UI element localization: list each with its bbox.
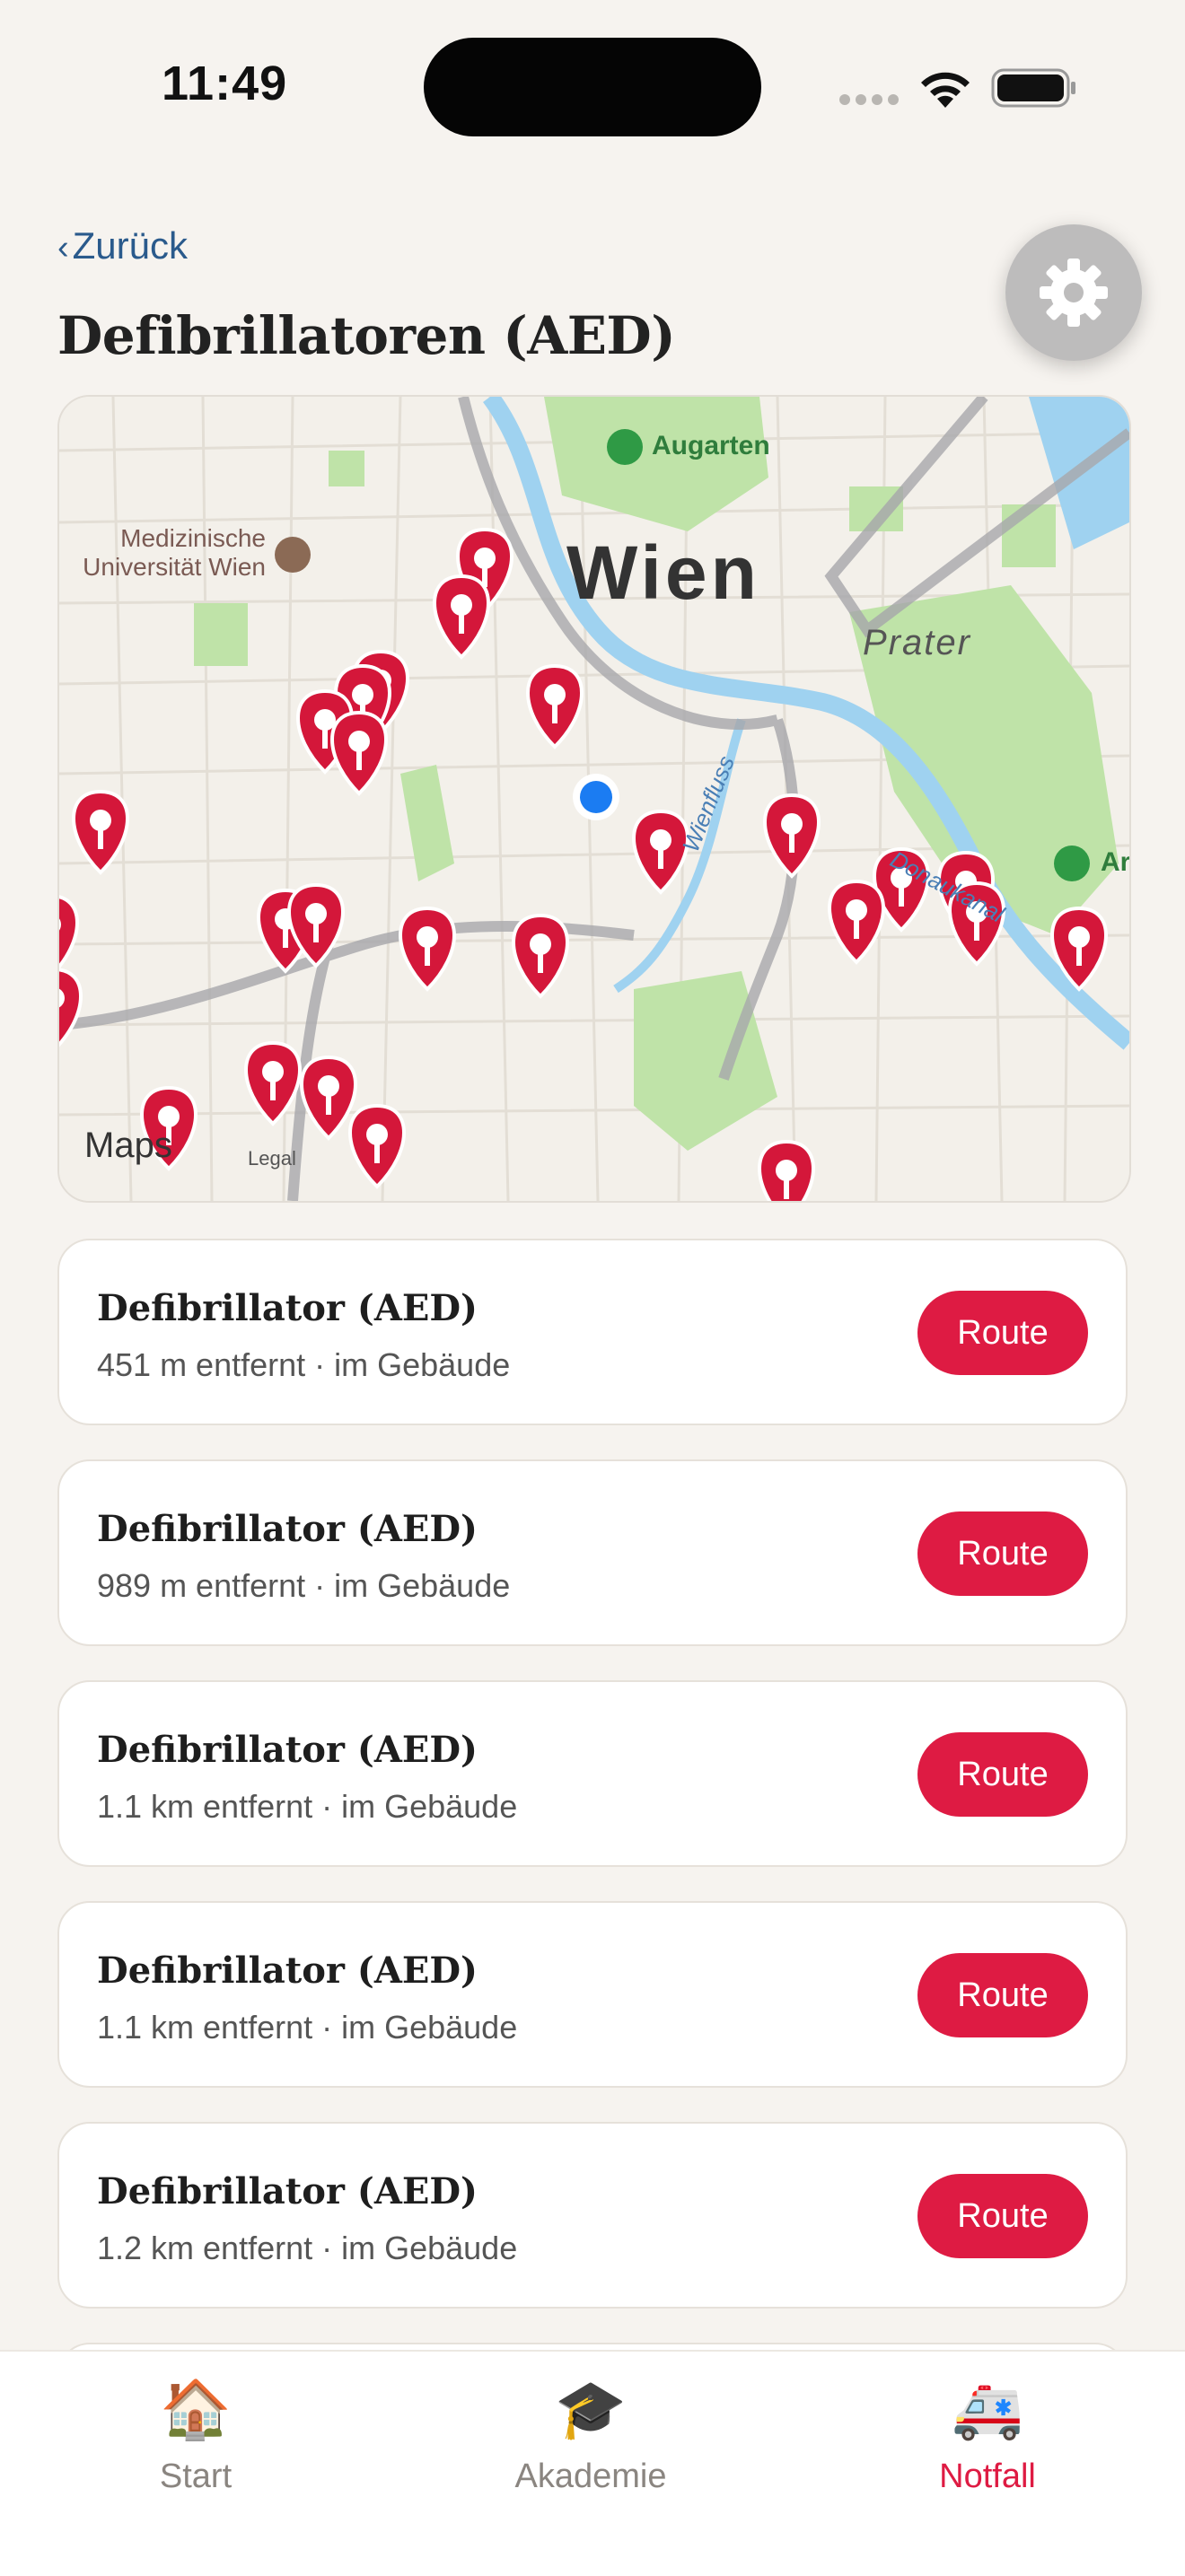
back-button[interactable]: ‹Zurück: [57, 224, 188, 267]
battery-icon: [991, 68, 1075, 108]
aed-title: Defibrillator (AED): [97, 1508, 478, 1550]
gear-icon: [1040, 258, 1108, 327]
back-label: Zurück: [72, 224, 189, 267]
aed-title: Defibrillator (AED): [97, 1729, 478, 1771]
university-marker-icon: [275, 537, 311, 573]
tab-bar: 🏠 Start 🎓 Akademie 🚑 Notfall: [0, 2350, 1185, 2576]
list-item[interactable]: Defibrillator (AED) 1.2 km entfernt · im…: [57, 2122, 1128, 2309]
aed-title: Defibrillator (AED): [97, 2170, 478, 2212]
signal-icon: [839, 93, 904, 110]
apple-maps-logo: Maps: [84, 1126, 172, 1165]
settings-button[interactable]: [1005, 224, 1142, 361]
map-label-university: Medizinische Universität Wien: [83, 524, 266, 581]
tab-start[interactable]: 🏠 Start: [61, 2373, 330, 2496]
park-marker-icon: [607, 429, 643, 465]
list-item[interactable]: Defibrillator (AED) 451 m entfernt · im …: [57, 1239, 1128, 1425]
chevron-left-icon: ‹: [57, 229, 69, 267]
aed-title: Defibrillator (AED): [97, 1287, 478, 1329]
page-title: Defibrillatoren (AED): [57, 305, 676, 366]
tab-label: Start: [159, 2458, 233, 2495]
tab-label: Akademie: [514, 2458, 667, 2495]
map-label-prater: Prater: [863, 623, 971, 662]
tab-notfall[interactable]: 🚑 Notfall: [853, 2373, 1122, 2496]
list-item[interactable]: Defibrillator (AED) 1.1 km entfernt · im…: [57, 1901, 1128, 2088]
aed-title: Defibrillator (AED): [97, 1950, 478, 1992]
map-label-wien: Wien: [566, 530, 760, 615]
aed-distance: 1.1 km entfernt · im Gebäude: [97, 2009, 518, 2046]
route-button[interactable]: Route: [917, 1291, 1088, 1375]
dynamic-island: [424, 38, 761, 136]
park-marker-icon: [1054, 846, 1090, 881]
map-legal-link[interactable]: Legal: [248, 1147, 296, 1170]
route-button[interactable]: Route: [917, 2174, 1088, 2258]
aed-pin-icon[interactable]: [758, 1139, 815, 1201]
tab-label: Notfall: [939, 2458, 1036, 2495]
route-button[interactable]: Route: [917, 1511, 1088, 1596]
list-item[interactable]: Defibrillator (AED) 1.1 km entfernt · im…: [57, 1680, 1128, 1867]
route-button[interactable]: Route: [917, 1953, 1088, 2037]
graduation-cap-icon: 🎓: [555, 2377, 627, 2441]
map-canvas[interactable]: [59, 397, 1129, 1201]
list-item[interactable]: Defibrillator (AED) 989 m entfernt · im …: [57, 1459, 1128, 1646]
route-button[interactable]: Route: [917, 1732, 1088, 1817]
map-label-ar: Ar: [1101, 847, 1131, 877]
aed-map[interactable]: Wien Prater Augarten Medizinische Univer…: [57, 395, 1131, 1203]
aed-distance: 989 m entfernt · im Gebäude: [97, 1567, 511, 1604]
tab-akademie[interactable]: 🎓 Akademie: [456, 2373, 725, 2496]
aed-distance: 1.2 km entfernt · im Gebäude: [97, 2230, 518, 2266]
aed-distance: 1.1 km entfernt · im Gebäude: [97, 1788, 518, 1825]
ambulance-icon: 🚑: [952, 2377, 1023, 2441]
status-bar: 11:49: [0, 0, 1185, 180]
aed-distance: 451 m entfernt · im Gebäude: [97, 1346, 511, 1383]
map-label-augarten: Augarten: [652, 431, 770, 460]
aed-list: Defibrillator (AED) 451 m entfernt · im …: [57, 1239, 1128, 2425]
house-icon: 🏠: [160, 2377, 232, 2441]
wifi-icon: [921, 72, 970, 108]
status-time: 11:49: [162, 57, 288, 110]
